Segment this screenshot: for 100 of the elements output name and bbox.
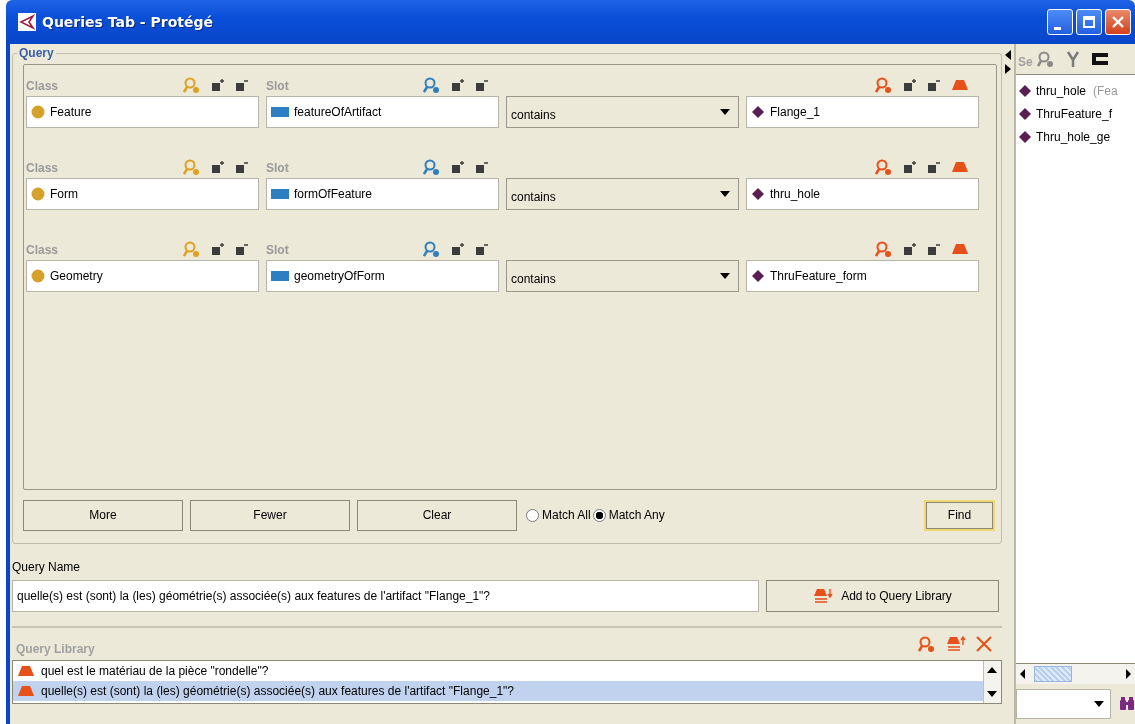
circle-icon [31, 187, 45, 201]
dropdown-value: contains [511, 271, 556, 286]
operator-dropdown[interactable]: contains [506, 96, 739, 128]
instance-type: (Fea [1093, 83, 1118, 98]
slot-field[interactable]: geometryOfForm [266, 260, 499, 292]
remove-icon[interactable] [475, 78, 489, 92]
group-title: Query [18, 46, 55, 60]
add-icon[interactable] [211, 78, 225, 92]
rectangle-icon [271, 270, 289, 282]
bracket-icon[interactable] [1090, 52, 1109, 66]
library-item-text: quelle(s) est (sont) la (les) géométrie(s) associée(s) aux features de l'artifact "Flange_1"? [41, 684, 514, 698]
query-icon[interactable] [951, 79, 969, 91]
add-icon[interactable] [211, 160, 225, 174]
remove-icon[interactable] [927, 78, 941, 92]
class-field[interactable]: Feature [26, 96, 259, 128]
add-icon[interactable] [451, 160, 465, 174]
vertical-scrollbar[interactable] [983, 661, 1001, 703]
maximize-icon [1083, 16, 1095, 28]
instance-item[interactable]: thru_hole (Fea [1016, 79, 1135, 102]
close-button[interactable] [1105, 9, 1131, 35]
action-button[interactable]: Fewer [190, 499, 350, 531]
instance-name: Thru_hole_ge [1036, 129, 1111, 144]
add-icon[interactable] [211, 242, 225, 256]
find-button[interactable]: Find [924, 499, 995, 531]
library-item-text: quel est le matériau de la pièce "rondelle"? [41, 664, 269, 678]
field-value: formOfFeature [294, 187, 373, 201]
column-label: Class [26, 161, 59, 175]
diamond-icon [1018, 83, 1032, 98]
search-icon[interactable] [875, 241, 893, 257]
match-radio[interactable]: Match Any [592, 508, 667, 522]
search-icon[interactable] [423, 159, 441, 175]
remove-icon[interactable] [235, 78, 249, 92]
instance-item[interactable]: Thru_hole_ge [1016, 125, 1135, 148]
action-button[interactable]: Clear [357, 499, 517, 531]
search-icon[interactable] [875, 77, 893, 93]
add-icon[interactable] [903, 242, 917, 256]
column-label: Slot [266, 79, 289, 93]
library-title: Query Library [15, 641, 95, 656]
add-icon[interactable] [903, 160, 917, 174]
slot-field[interactable]: formOfFeature [266, 178, 499, 210]
query-icon[interactable] [951, 161, 969, 173]
search-icon[interactable] [1036, 51, 1055, 67]
add-icon[interactable] [903, 78, 917, 92]
query-icon[interactable] [951, 243, 969, 255]
delete-icon[interactable] [976, 636, 992, 652]
operator-dropdown[interactable]: contains [506, 178, 739, 210]
expand-right-icon[interactable] [1005, 64, 1011, 74]
remove-icon[interactable] [475, 242, 489, 256]
field-value: featureOfArtifact [294, 105, 382, 119]
action-button[interactable]: More [23, 499, 183, 531]
diamond-icon [1018, 129, 1032, 144]
caret-icon [720, 273, 730, 279]
close-icon [1112, 16, 1124, 28]
horizontal-scrollbar[interactable] [1016, 664, 1135, 684]
remove-icon[interactable] [235, 242, 249, 256]
minimize-button[interactable] [1047, 9, 1073, 35]
column-label: Class [26, 243, 59, 257]
field-value: Geometry [50, 269, 103, 283]
remove-icon[interactable] [475, 160, 489, 174]
class-field[interactable]: Geometry [26, 260, 259, 292]
search-icon[interactable] [423, 77, 441, 93]
remove-icon[interactable] [235, 160, 249, 174]
scroll-thumb[interactable] [1034, 666, 1072, 682]
value-field[interactable]: Flange_1 [746, 96, 979, 128]
match-radio[interactable]: Match All [526, 508, 593, 522]
add-icon[interactable] [451, 78, 465, 92]
library-item[interactable]: quel est le matériau de la pièce "rondelle"? [13, 661, 983, 681]
hierarchy-icon[interactable] [1064, 50, 1081, 68]
query-name-field[interactable]: quelle(s) est (sont) la (les) géométrie(s) associée(s) aux features de l'artifact "Flange_1"? [12, 580, 759, 612]
collapse-left-icon[interactable] [1005, 50, 1011, 60]
add-icon[interactable] [451, 242, 465, 256]
add-query-icon [813, 588, 834, 604]
instance-item[interactable]: ThruFeature_f [1016, 102, 1135, 125]
radio-indicator[interactable] [592, 508, 606, 522]
class-field[interactable]: Form [26, 178, 259, 210]
remove-icon[interactable] [927, 242, 941, 256]
instance-name: ThruFeature_f [1036, 106, 1113, 121]
operator-dropdown[interactable]: contains [506, 260, 739, 292]
library-item[interactable]: quelle(s) est (sont) la (les) géométrie(s) associée(s) aux features de l'artifact "Flange_1"? [13, 681, 983, 701]
query-name-label: Query Name [12, 560, 82, 576]
search-icon[interactable] [875, 159, 893, 175]
slot-field[interactable]: featureOfArtifact [266, 96, 499, 128]
search-icon[interactable] [423, 241, 441, 257]
app-logo-icon [18, 13, 36, 31]
binoculars-icon[interactable] [1119, 697, 1135, 711]
field-value: thru_hole [770, 187, 821, 201]
maximize-button[interactable] [1076, 9, 1102, 35]
field-value: Feature [50, 105, 92, 119]
diamond-icon [751, 269, 765, 283]
radio-indicator[interactable] [526, 508, 539, 522]
value-field[interactable]: thru_hole [746, 178, 979, 210]
field-value: geometryOfForm [294, 269, 385, 283]
value-field[interactable]: ThruFeature_form [746, 260, 979, 292]
column-label: Slot [266, 161, 289, 175]
retrieve-query-icon[interactable] [946, 636, 966, 652]
search-icon[interactable] [918, 636, 936, 652]
diamond-icon [1018, 106, 1032, 121]
add-to-library-button[interactable]: Add to Query Library [766, 580, 999, 612]
circle-icon [31, 105, 45, 119]
remove-icon[interactable] [927, 160, 941, 174]
